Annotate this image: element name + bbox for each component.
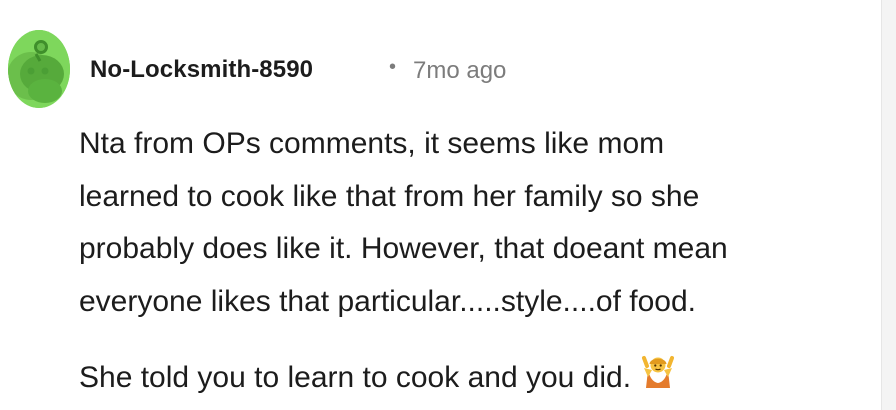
text-line: She told you to learn to cook and you di… bbox=[79, 352, 859, 405]
comment-paragraph: She told you to learn to cook and you di… bbox=[79, 352, 859, 405]
user-avatar[interactable] bbox=[8, 30, 70, 108]
text-line: everyone likes that particular.....style… bbox=[79, 284, 696, 318]
snoo-avatar-icon bbox=[8, 30, 70, 108]
comment-paragraph: Nta from OPs comments, it seems like mom… bbox=[79, 118, 859, 328]
scroll-edge bbox=[881, 0, 896, 410]
meta-separator: • bbox=[389, 56, 397, 78]
text-line: Nta from OPs comments, it seems like mom bbox=[79, 127, 665, 160]
text-line-content: She told you to learn to cook and you di… bbox=[79, 361, 632, 394]
comment-card: No-Locksmith-8590 • 7mo ago Nta from OPs… bbox=[0, 0, 880, 410]
person-shrugging-icon bbox=[639, 353, 677, 391]
text-line: probably does like it. However, that doe… bbox=[79, 232, 728, 265]
comment-timestamp[interactable]: 7mo ago bbox=[413, 57, 506, 85]
comment-body: Nta from OPs comments, it seems like mom… bbox=[79, 118, 859, 405]
author-name[interactable]: No-Locksmith-8590 bbox=[90, 56, 313, 84]
text-line: learned to cook like that from her famil… bbox=[79, 179, 700, 213]
comment-header: No-Locksmith-8590 • 7mo ago bbox=[0, 26, 880, 110]
